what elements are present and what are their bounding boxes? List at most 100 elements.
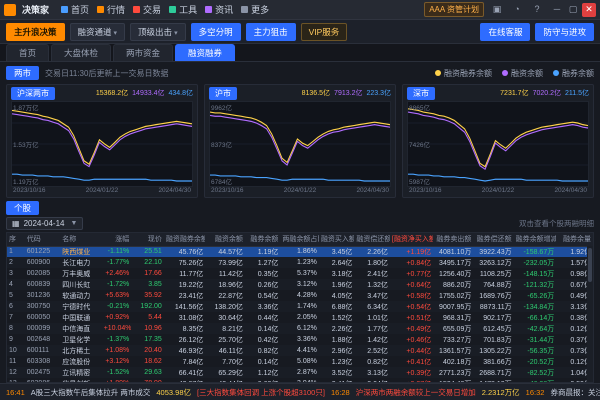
- menu-item-交易[interactable]: 交易: [133, 3, 161, 16]
- legend-label: 融券余额: [562, 68, 594, 79]
- toolbar-button-主力狙击[interactable]: 主力狙击: [246, 23, 296, 41]
- table-row[interactable]: 8000099中信海直+10.04%10.968.35亿8.21亿0.14亿6.…: [7, 323, 593, 334]
- chevron-down-icon: ▼: [70, 220, 77, 227]
- tab-首页[interactable]: 首页: [6, 44, 49, 61]
- table-row[interactable]: 6300750宁德时代-0.21%192.00141.56亿138.20亿3.3…: [7, 301, 593, 312]
- toolbar-button-VIP服务[interactable]: VIP服务: [301, 23, 348, 41]
- panel-title-button[interactable]: 沪市: [209, 87, 237, 100]
- cell-value: 2.96亿: [319, 345, 355, 356]
- table-row[interactable]: 11603308应流股份+3.12%18.627.84亿7.70亿0.14亿5.…: [7, 356, 593, 367]
- cell-value: -20.52万: [514, 356, 557, 367]
- column-header-8[interactable]: 两融余额占比: [280, 233, 318, 246]
- table-row[interactable]: 12002475立讯精密-1.52%29.6366.41亿65.29亿1.12亿…: [7, 367, 593, 378]
- tab-两市资金[interactable]: 两市资金: [113, 44, 173, 61]
- cell-value: 2.52亿: [354, 345, 390, 356]
- menu-item-行情[interactable]: 行情: [97, 3, 125, 16]
- cell-value: 0.44亿: [245, 312, 281, 323]
- cell-value: 0.63亿: [245, 378, 281, 383]
- table-row[interactable]: 3002085万丰奥威+2.46%17.6611.77亿11.42亿0.35亿5…: [7, 268, 593, 279]
- cell-value: 1.19亿: [245, 246, 281, 257]
- cell-value: 141.56亿: [164, 301, 205, 312]
- menu-item-首页[interactable]: 首页: [61, 3, 89, 16]
- column-header-9[interactable]: 融资买入额: [319, 233, 355, 246]
- table-row[interactable]: 13603986兆易创新+1.89%78.9043.07亿42.44亿0.63亿…: [7, 378, 593, 383]
- panel-title-button[interactable]: 沪深两市: [11, 87, 55, 100]
- menu-item-icon: [205, 6, 212, 13]
- ticker-segment[interactable]: 沪深两市两融余额较上一交易日增加: [356, 387, 476, 398]
- cell-value: 30.64亿: [205, 312, 245, 323]
- cell-value: 3.12%: [280, 279, 318, 290]
- column-header-10[interactable]: 融资偿还额: [354, 233, 390, 246]
- table-row[interactable]: 2600900长江电力-1.77%22.1075.26亿73.99亿1.27亿1…: [7, 257, 593, 268]
- table-row[interactable]: 7600050中国联通+0.92%5.4431.08亿30.64亿0.44亿2.…: [7, 312, 593, 323]
- cell-value: 3922.43万: [473, 246, 513, 257]
- ticker-segment[interactable]: 券商晨报：关注高股息板块: [550, 387, 600, 398]
- ticker-segment[interactable]: [三大指数集体回调 上涨个股超3100只]: [197, 387, 325, 398]
- cell-code: 300750: [25, 301, 61, 312]
- market-tag[interactable]: 两市: [6, 66, 39, 80]
- tab-融资融券[interactable]: 融资融券: [175, 44, 235, 61]
- chevron-down-icon: ▾: [174, 30, 178, 37]
- market-panel-沪市: 沪市8136.5亿7913.2亿223.3亿9962亿8373亿6784亿202…: [204, 84, 396, 198]
- x-tick-label: 2024/04/30: [158, 187, 191, 197]
- skin-icon[interactable]: ▣: [490, 3, 504, 17]
- message-bell-icon[interactable]: ◔: [510, 3, 524, 17]
- column-header-7[interactable]: 融券余额: [245, 233, 281, 246]
- maximize-button[interactable]: ▢: [566, 3, 580, 17]
- menu-item-更多[interactable]: 更多: [241, 3, 269, 16]
- ticker-segment[interactable]: 16:41: [6, 388, 25, 397]
- cell-value: 5.08%: [280, 356, 318, 367]
- toolbar-button-防守与进攻[interactable]: 防守与进攻: [535, 23, 594, 41]
- cell-code: 000099: [25, 323, 61, 334]
- column-header-11[interactable]: [融资净买入额]: [390, 233, 433, 246]
- toolbar-button-主升浪决策[interactable]: 主升浪决策: [6, 23, 65, 41]
- table-row[interactable]: 10600111北方稀土+1.08%20.4046.93亿46.11亿0.82亿…: [7, 345, 593, 356]
- column-header-13[interactable]: 融券偿还额: [473, 233, 513, 246]
- table-row[interactable]: 9002648卫星化学-1.37%17.3526.12亿25.70亿0.42亿3…: [7, 334, 593, 345]
- table-row[interactable]: 1601225陕西煤业-1.11%25.5145.76亿44.57亿1.19亿1…: [7, 246, 593, 257]
- help-icon[interactable]: ?: [530, 3, 544, 17]
- cell-value: 0.42亿: [245, 334, 281, 345]
- cell-price: 18.62: [131, 356, 164, 367]
- column-header-5[interactable]: 融资融券余额: [164, 233, 205, 246]
- tab-大盘体检[interactable]: 大盘体检: [51, 44, 111, 61]
- table-row[interactable]: 4600839四川长虹-1.72%3.8519.22亿18.96亿0.26亿3.…: [7, 279, 593, 290]
- close-button[interactable]: ✕: [582, 3, 596, 17]
- toolbar-button-顶级出击[interactable]: 顶级出击▾: [130, 23, 186, 41]
- ticker-segment[interactable]: 16:32: [526, 388, 545, 397]
- column-header-1[interactable]: 代码: [25, 233, 61, 246]
- toolbar: 主升浪决策融资通道▾顶级出击▾ 多空分明主力狙击 VIP服务 在线客服防守与进攻: [0, 20, 600, 44]
- ticker-segment[interactable]: 2.2312万亿: [482, 387, 520, 398]
- table-row[interactable]: 5301236软通动力+5.63%35.9223.41亿22.87亿0.54亿4…: [7, 290, 593, 301]
- column-header-3[interactable]: 涨幅: [102, 233, 132, 246]
- table-scrollbar[interactable]: [587, 246, 593, 382]
- menu-item-资讯[interactable]: 资讯: [205, 3, 233, 16]
- column-header-6[interactable]: 融资余额: [205, 233, 245, 246]
- cell-name: 长江电力: [60, 257, 101, 268]
- toolbar-button-在线客服[interactable]: 在线客服: [480, 23, 530, 41]
- account-badge[interactable]: AAA 资管计划: [424, 2, 484, 17]
- ticker-segment[interactable]: 4053.98亿: [156, 387, 191, 398]
- stocks-tag[interactable]: 个股: [6, 201, 39, 215]
- toolbar-button-多空分明[interactable]: 多空分明: [191, 23, 241, 41]
- toolbar-button-融资通道[interactable]: 融资通道▾: [70, 23, 126, 41]
- minimize-button[interactable]: ─: [550, 3, 564, 17]
- column-header-15[interactable]: 融券余量: [556, 233, 593, 246]
- scrollbar-thumb[interactable]: [588, 248, 592, 282]
- ticker-segment[interactable]: 16:28: [331, 388, 350, 397]
- column-header-0[interactable]: 序: [7, 233, 25, 246]
- stocks-header: 个股: [6, 200, 594, 215]
- ticker-segment[interactable]: A股三大指数午后集体拉升 两市成交: [31, 387, 151, 398]
- panel-stats: 7231.7亿7020.2亿211.5亿: [500, 88, 589, 98]
- cell-value: 4.41%: [280, 345, 318, 356]
- column-header-2[interactable]: 名称: [60, 233, 101, 246]
- panel-title-button[interactable]: 深市: [407, 87, 435, 100]
- column-header-14[interactable]: 融券余额增减: [514, 233, 557, 246]
- panel-header: 沪市8136.5亿7913.2亿223.3亿: [205, 85, 395, 101]
- menu-item-工具[interactable]: 工具: [169, 3, 197, 16]
- date-picker[interactable]: ▦ 2024-04-14 ▼: [6, 217, 83, 230]
- cell-value: 2.04亿: [354, 378, 390, 383]
- cell-value: 3.36亿: [245, 301, 281, 312]
- column-header-12[interactable]: 融券卖出额: [433, 233, 473, 246]
- column-header-4[interactable]: 现价: [131, 233, 164, 246]
